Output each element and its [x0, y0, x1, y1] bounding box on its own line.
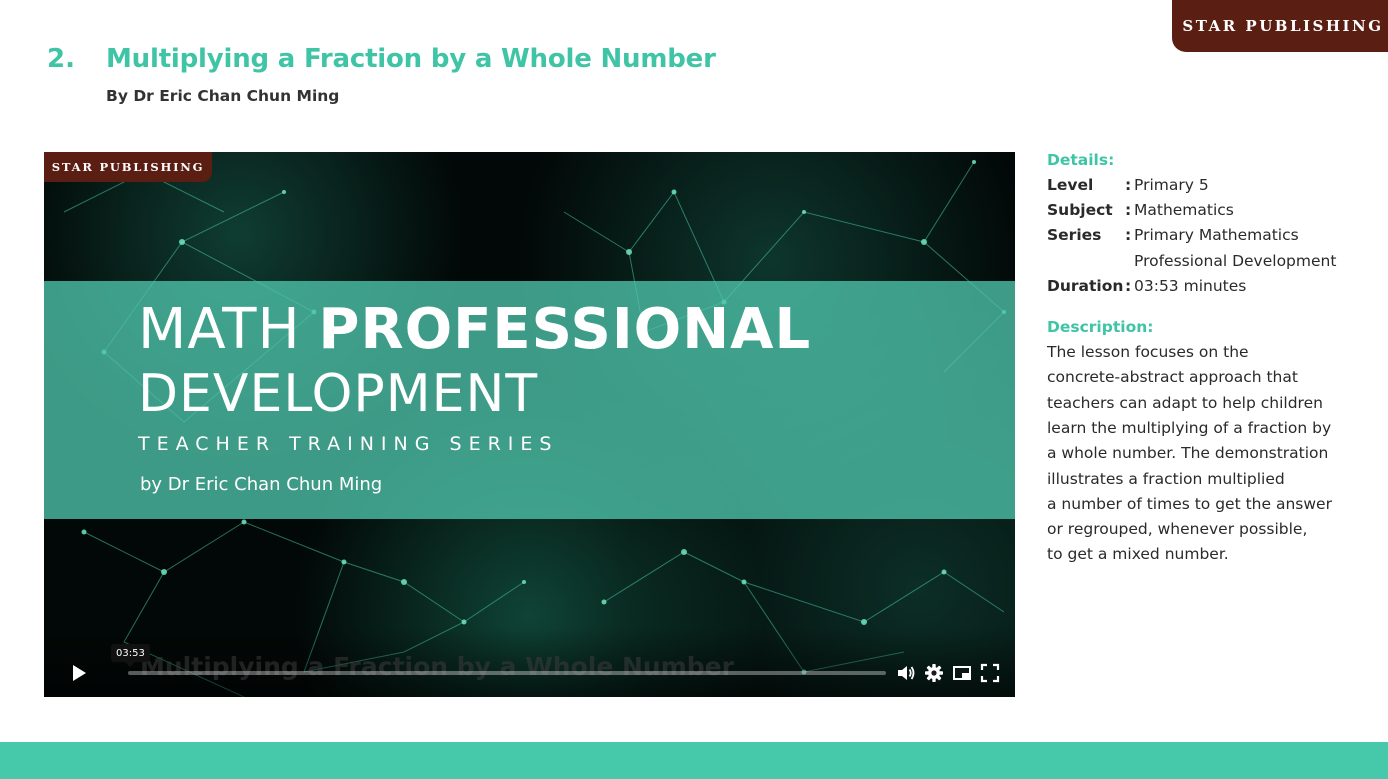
detail-key: Duration: [1047, 276, 1124, 295]
brand-logo: Star Publishing: [1172, 0, 1388, 52]
detail-separator: :: [1125, 201, 1132, 220]
details-panel: Details: Level : Primary 5 Subject : Mat…: [1047, 148, 1377, 568]
description-line: or regrouped, whenever possible,: [1047, 520, 1308, 539]
play-icon[interactable]: [70, 664, 88, 682]
page-title: Multiplying a Fraction by a Whole Number: [106, 44, 716, 74]
settings-icon[interactable]: [924, 663, 944, 683]
picture-in-picture-icon[interactable]: [952, 663, 972, 683]
video-title-light: MATH: [138, 297, 301, 362]
video-title-line1: MATH PROFESSIONAL: [138, 302, 811, 358]
detail-separator: :: [1125, 176, 1132, 194]
fullscreen-icon[interactable]: [980, 663, 1000, 683]
detail-row-series-cont: Professional Development: [1047, 249, 1377, 274]
description-heading: Description:: [1047, 318, 1154, 337]
detail-key: Level: [1047, 176, 1094, 194]
detail-row-series: Series : Primary Mathematics: [1047, 223, 1377, 248]
detail-separator: :: [1125, 276, 1132, 295]
detail-value: Primary 5: [1134, 176, 1209, 194]
description-body: The lesson focuses on the concrete-abstr…: [1047, 340, 1377, 568]
description-line: teachers can adapt to help children: [1047, 393, 1323, 412]
video-overlay-title: Multiplying a Fraction by a Whole Number: [140, 652, 734, 681]
video-title-line2: DEVELOPMENT: [138, 364, 539, 424]
description-line: The lesson focuses on the: [1047, 343, 1249, 362]
progress-bar[interactable]: [128, 671, 886, 675]
description-line: illustrates a fraction multiplied: [1047, 469, 1285, 488]
video-series-label: TEACHER TRAINING SERIES: [138, 433, 559, 455]
detail-key: Subject: [1047, 201, 1113, 220]
volume-icon[interactable]: [896, 663, 916, 683]
time-tooltip: 03:53: [111, 644, 150, 667]
detail-value: Primary Mathematics: [1134, 226, 1299, 245]
detail-value: 03:53 minutes: [1134, 276, 1247, 295]
description-line: a whole number. The demonstration: [1047, 444, 1329, 463]
detail-value: Mathematics: [1134, 201, 1234, 220]
video-brand-logo: Star Publishing: [44, 152, 212, 182]
detail-row-subject: Subject : Mathematics: [1047, 198, 1377, 223]
detail-value: Professional Development: [1134, 251, 1337, 270]
detail-key: Series: [1047, 226, 1102, 245]
description-line: learn the multiplying of a fraction by: [1047, 418, 1332, 437]
detail-row-duration: Duration : 03:53 minutes: [1047, 274, 1377, 299]
detail-row-level: Level : Primary 5: [1047, 173, 1377, 198]
description-line: a number of times to get the answer: [1047, 494, 1332, 513]
footer-bar: [0, 742, 1388, 779]
author-byline: By Dr Eric Chan Chun Ming: [106, 87, 340, 105]
video-player[interactable]: Star Publishing MATH PROFESSIONAL DEVELO…: [44, 152, 1015, 697]
detail-separator: :: [1125, 226, 1132, 245]
video-byline: by Dr Eric Chan Chun Ming: [140, 474, 383, 495]
description-line: concrete-abstract approach that: [1047, 368, 1298, 387]
video-title-bold: PROFESSIONAL: [318, 297, 812, 362]
section-number: 2.: [47, 44, 75, 74]
description-line: to get a mixed number.: [1047, 545, 1229, 564]
details-heading: Details:: [1047, 151, 1115, 169]
